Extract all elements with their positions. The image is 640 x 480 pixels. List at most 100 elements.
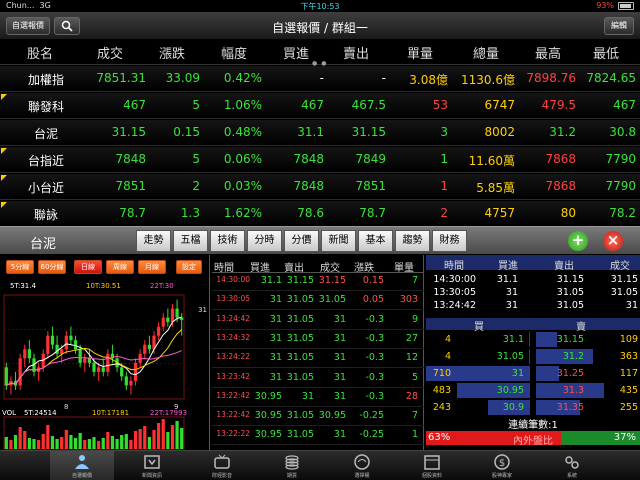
cell-ask: 31.15 [351,125,386,139]
tab-label: 個股資料 [421,473,442,479]
volume-bar [41,434,45,449]
ask-qty: 109 [619,334,638,345]
edit-button[interactable]: 編輯 [604,17,634,35]
tab-0[interactable]: 自選報價 [50,451,114,480]
table-row[interactable]: 聯詠 78.7 1.3 1.62% 78.6 78.7 2 4757 80 78.2 [0,201,640,227]
period-button-0[interactable]: 5分線 [6,260,34,274]
volume-bar [37,440,41,449]
view-button-3[interactable]: 分時 [247,230,282,252]
col-header-high[interactable]: 最高 [518,43,578,62]
tick-cell-4: 0.15 [362,275,384,286]
tab-label: 選擇權 [354,473,370,479]
view-button-1[interactable]: 五檔 [173,230,208,252]
tab-2[interactable]: 財經影音 [190,451,254,480]
volume-bar [46,425,50,449]
cell-tick-volume: 3 [440,125,448,139]
cell-low: 30.8 [609,125,636,139]
plus-icon: + [571,231,585,249]
table-row[interactable]: 聯發科 467 5 1.06% 467 467.5 53 6747 479.5 467 [0,93,640,119]
view-button-0[interactable]: 走勢 [136,230,171,252]
candle-body [87,358,91,363]
view-button-8[interactable]: 財務 [432,230,467,252]
tick-cell-4: -0.3 [365,371,384,383]
tick-cell-1: 31 [269,313,282,325]
cell-change: 33.09 [165,71,200,85]
bid-price: 31.1 [502,334,524,345]
period-button-2[interactable]: 日線 [74,260,102,274]
view-button-2[interactable]: 技術 [210,230,245,252]
view-button-6[interactable]: 基本 [358,230,393,252]
tab-7[interactable]: 系統 [540,451,604,480]
volume-bar [83,440,87,449]
candle-body [50,335,55,345]
tick-cell-3: 31 [333,390,346,402]
calendar-icon [424,455,440,470]
bid-price: 31.05 [496,351,524,362]
cell-low: 7824.65 [586,71,636,85]
col-header-tick-volume[interactable]: 單量 [390,43,450,62]
volume-bar [133,431,138,449]
view-button-7[interactable]: 趨勢 [395,230,430,252]
volume-bar [60,437,64,449]
volume-bar [32,439,36,449]
news-icon [144,455,160,469]
table-row[interactable]: 台泥 31.15 0.15 0.48% 31.1 31.15 3 8002 31.2 30.8 [0,120,640,146]
chart-settings-button[interactable]: 設定 [176,260,202,274]
tick-cell-5: 7 [411,275,418,286]
order-book-panel: 時間 買進 賣出 成交 14:30:00 31.1 31.15 31.15 13:30:05 31… [426,255,640,450]
tab-4[interactable]: 選擇權 [330,451,394,480]
bid-qty: 4 [444,334,451,345]
volume-bar [50,436,55,449]
divider [212,405,424,407]
view-button-5[interactable]: 新聞 [321,230,356,252]
candle-body [60,349,64,354]
candle-body [46,335,50,354]
tab-label: 系統 [566,473,577,479]
period-button-3[interactable]: 周線 [106,260,134,274]
volume-bar [124,434,128,449]
tab-6[interactable]: $ 股神專家 [470,451,534,480]
period-button-4[interactable]: 月線 [138,260,166,274]
tab-5[interactable]: 個股資料 [400,451,464,480]
candle-body [106,353,110,372]
col-header-low[interactable]: 最低 [576,43,636,62]
col-header-total-volume[interactable]: 總量 [456,43,516,62]
table-row[interactable]: 小台近 7851 2 0.03% 7848 7851 1 5.85萬 7868 7790 [0,174,640,200]
book-col-header: 賣出 [554,261,574,272]
alert-flag-icon [1,175,7,181]
divider [212,328,424,330]
close-button[interactable]: × [603,231,623,251]
candlestick-chart[interactable]: 5T:31.4 10T:30.51 22T:30318 9VOL 5T:24514 10T… [0,279,209,450]
tick-cell-5: 7 [411,410,418,422]
tick-cell-0: 14:30:00 [216,275,250,284]
volume-bar [147,437,151,449]
table-row[interactable]: 台指近 7848 5 0.06% 7848 7849 1 11.60萬 7868 7790 [0,147,640,173]
volume-bar [55,439,59,449]
col-header-percent[interactable]: 幅度 [204,43,264,62]
col-header-ask[interactable]: 賣出 [326,43,386,62]
table-row[interactable]: 加權指 7851.31 33.09 0.42% - - 3.08億 1130.6億 7898.7… [0,66,640,92]
tab-3[interactable]: 期貨 [260,451,324,480]
book-col-header: 成交 [610,261,630,272]
cell-total-volume: 5.85萬 [476,181,515,195]
col-header-price[interactable]: 成交 [80,43,140,62]
candle-body [97,367,101,372]
ask-label: 賣 [576,322,586,333]
bid-price: 30.9 [502,402,524,413]
add-button[interactable]: + [568,231,588,251]
view-button-4[interactable]: 分價 [284,230,319,252]
tab-bar: 自選報價 新聞資訊 財經影音 期貨 選擇權 個股資料 $ 股神專家 系統 [0,450,640,480]
settings-icon [565,456,579,469]
tick-cell-5: 303 [399,294,418,306]
tab-label: 新聞資訊 [141,473,162,479]
volume-bar [120,435,124,449]
tab-1[interactable]: 新聞資訊 [120,451,184,480]
col-header-change[interactable]: 漲跌 [142,43,202,62]
period-button-1[interactable]: 60分線 [38,260,66,274]
col-header-name[interactable]: 股名 [10,43,70,62]
tick-cell-1: 31 [269,332,282,344]
candle-body [18,358,22,386]
ask-qty: 117 [619,368,638,379]
tick-list[interactable]: 時間 買進 賣出 成交 漲跌 單量 14:30:00 31.1 31.15 31.15 0.15 7 1… [212,255,424,450]
nav-bar: 自選報價 自選報價 / 群組一 編輯 [0,12,640,40]
